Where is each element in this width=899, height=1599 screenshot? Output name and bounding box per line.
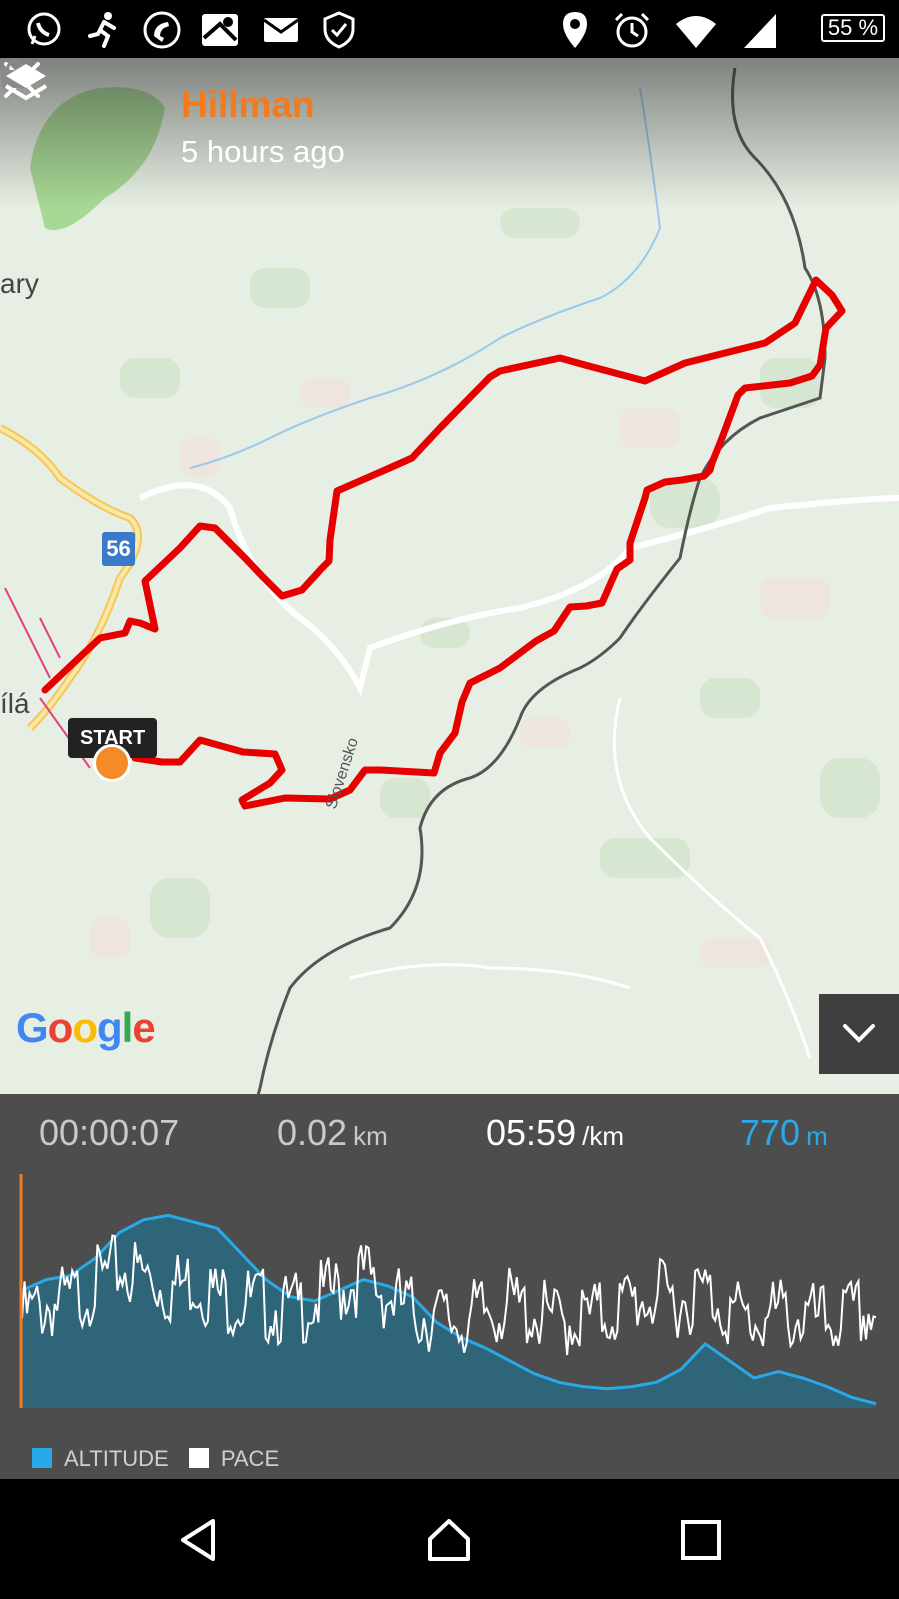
maps-icon (202, 14, 238, 46)
place-label: ílá (0, 688, 30, 719)
altitude-stat: 770 m (740, 1112, 828, 1154)
pace-unit: /km (582, 1121, 624, 1151)
duration-value: 00:00:07 (39, 1112, 180, 1153)
distance-value: 0.02 (277, 1112, 348, 1153)
map-base (0, 67, 899, 1094)
phone-icon (143, 11, 181, 49)
back-icon[interactable] (175, 1515, 225, 1565)
distance-stat: 0.02 km (277, 1112, 388, 1154)
pace-value: 05:59 (486, 1112, 577, 1153)
legend-pace-swatch (188, 1448, 209, 1468)
activity-time: 5 hours ago (181, 134, 345, 169)
wifi-icon (676, 16, 716, 48)
stats-panel: 00:00:07 0.02 km 05:59/km 770 m ALTITUDE P… (0, 1094, 899, 1479)
start-marker[interactable] (93, 744, 131, 782)
signal-icon (744, 14, 776, 48)
battery-indicator: 55 % (821, 14, 885, 42)
runner-icon (88, 12, 116, 48)
status-bar: 55 % (0, 0, 899, 58)
chevron-down-icon (843, 1024, 875, 1043)
road-number-badge: 56 (102, 532, 135, 566)
chart-legend: ALTITUDE PACE (32, 1446, 293, 1472)
navigation-bar (0, 1479, 899, 1599)
legend-pace-label: PACE (220, 1446, 280, 1471)
recents-icon[interactable] (676, 1515, 726, 1565)
distance-unit: km (353, 1121, 388, 1151)
altitude-value: 770 (740, 1112, 801, 1153)
altitude-pace-chart[interactable] (0, 1174, 899, 1414)
legend-pace: PACE (188, 1446, 280, 1472)
alarm-icon (614, 12, 650, 48)
legend-altitude-label: ALTITUDE (64, 1446, 169, 1471)
map-view[interactable]: Hillman 5 hours ago ary ílá 56 Slovensko… (0, 58, 899, 1094)
place-label: ary (0, 268, 39, 299)
legend-altitude: ALTITUDE (32, 1446, 169, 1472)
mail-icon (263, 18, 299, 42)
map-header-scrim (0, 58, 899, 208)
location-icon (563, 12, 587, 48)
google-logo: Google (16, 1004, 156, 1051)
legend-altitude-swatch (32, 1448, 52, 1468)
altitude-unit: m (806, 1121, 828, 1151)
shield-icon (323, 11, 355, 49)
whatsapp-icon (27, 12, 61, 46)
activity-title: Hillman (181, 84, 315, 125)
collapse-button[interactable] (819, 994, 899, 1074)
layers-icon[interactable] (0, 58, 52, 110)
pace-stat: 05:59/km (486, 1112, 624, 1154)
home-icon[interactable] (424, 1515, 474, 1565)
